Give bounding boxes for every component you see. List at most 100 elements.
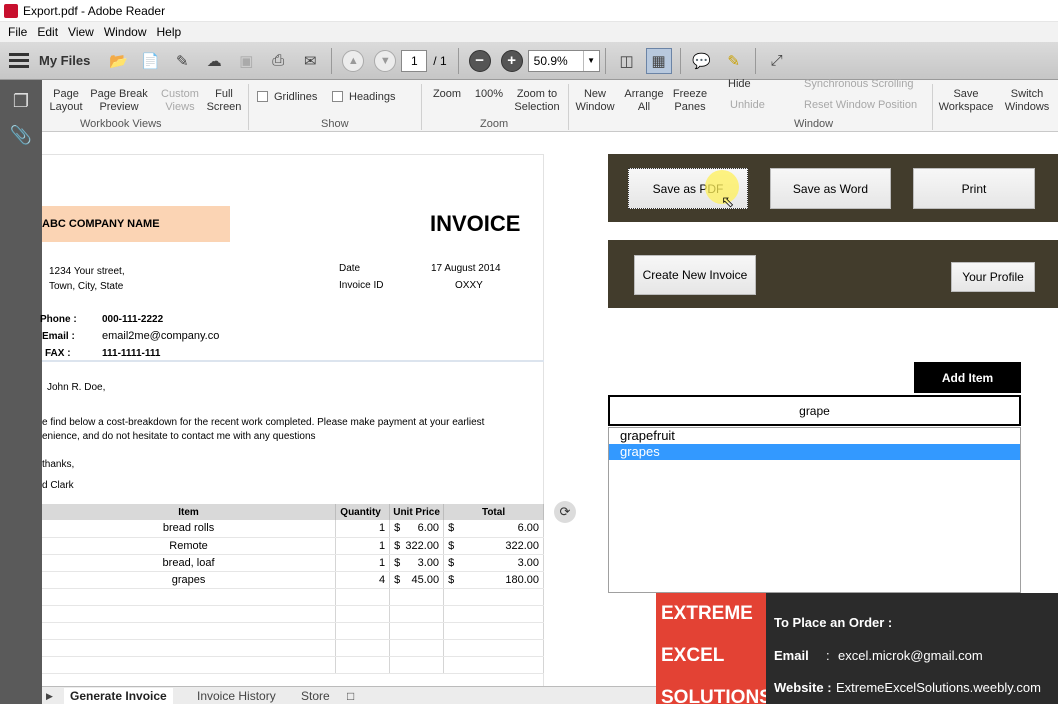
fullscreen-icon[interactable]: ⤢	[764, 48, 790, 74]
item-suggestions-list[interactable]: grapefruit grapes	[608, 427, 1021, 593]
edit-pdf-icon[interactable]: ✎	[169, 48, 195, 74]
cell-item[interactable]: grapes	[42, 571, 337, 589]
menu-help[interactable]: Help	[152, 25, 187, 39]
cell-quantity[interactable]: 1	[335, 537, 391, 555]
gridlines-checkbox[interactable]: Gridlines	[257, 91, 317, 104]
arrange-all-button[interactable]: Arrange All	[622, 88, 666, 114]
cell-quantity[interactable]: 1	[335, 520, 391, 538]
table-row	[42, 622, 544, 640]
comment-icon[interactable]: 💬	[689, 48, 715, 74]
cell-total[interactable]: $3.00	[443, 554, 544, 572]
page-break-preview-button[interactable]: Page Break Preview	[88, 88, 150, 114]
cell-item[interactable]: bread, loaf	[42, 554, 337, 572]
freeze-panes-button[interactable]: Freeze Panes	[668, 88, 712, 114]
toolbar-divider	[604, 47, 606, 74]
cell-unit-price[interactable]: $6.00	[389, 520, 445, 538]
table-row: grapes 4 $45.00 $180.00	[42, 571, 544, 589]
headings-checkbox[interactable]: Headings	[332, 91, 395, 104]
table-row	[42, 639, 544, 657]
fit-page-icon[interactable]: ◫	[614, 48, 640, 74]
print-icon[interactable]: ⎙	[265, 48, 291, 74]
list-item-selected[interactable]: grapes	[609, 444, 1020, 460]
reset-window-position-button[interactable]: Reset Window Position	[804, 99, 917, 112]
create-pdf-icon[interactable]: 📄	[137, 48, 163, 74]
hide-button[interactable]: Hide	[728, 78, 751, 91]
switch-windows-button[interactable]: Switch Windows	[1000, 88, 1054, 114]
save-as-word-button[interactable]: Save as Word	[770, 168, 891, 209]
cell-quantity[interactable]: 4	[335, 571, 391, 589]
order-email-value[interactable]: excel.microk@gmail.com	[838, 648, 983, 663]
ribbon-divider	[932, 84, 933, 130]
page-number-input[interactable]: 1	[401, 49, 428, 72]
cell-item[interactable]: bread rolls	[42, 520, 337, 538]
menu-edit[interactable]: Edit	[32, 25, 63, 39]
cell-item[interactable]: Remote	[42, 537, 337, 555]
email-icon[interactable]: ✉	[297, 48, 323, 74]
my-files-button[interactable]: My Files	[39, 53, 90, 68]
synchronous-scrolling-button[interactable]: Synchronous Scrolling	[804, 78, 913, 91]
date-value: 17 August 2014	[431, 263, 501, 274]
list-item[interactable]: grapefruit	[609, 428, 1020, 444]
zoom-level-select[interactable]: 50.9% ▼	[527, 49, 600, 72]
save-workspace-button[interactable]: Save Workspace	[938, 88, 994, 114]
cell-unit-price[interactable]: $322.00	[389, 537, 445, 555]
menu-view[interactable]: View	[63, 25, 99, 39]
next-page-button[interactable]: ▼	[372, 48, 398, 74]
header-unit-price: Unit Price	[389, 504, 445, 520]
zoom-button[interactable]: Zoom	[432, 88, 462, 101]
tab-scroll-icon[interactable]: ▶	[46, 688, 53, 704]
cell-total[interactable]: $322.00	[443, 537, 544, 555]
highlight-icon[interactable]: ✎	[721, 48, 747, 74]
menu-file[interactable]: File	[3, 25, 32, 39]
tab-invoice-history[interactable]: Invoice History	[197, 688, 276, 704]
order-website-value[interactable]: ExtremeExcelSolutions.weebly.com	[836, 680, 1041, 695]
toolbar-divider	[679, 47, 681, 74]
unhide-button[interactable]: Unhide	[730, 99, 765, 112]
invoice-document: ABC COMPANY NAME INVOICE 1234 Your stree…	[40, 154, 544, 686]
new-sheet-icon[interactable]: □	[347, 688, 354, 704]
fit-width-icon[interactable]: ▦	[645, 47, 672, 74]
cell-unit-price[interactable]: $45.00	[389, 571, 445, 589]
attachments-icon[interactable]: 📎	[7, 122, 35, 148]
menu-window[interactable]: Window	[99, 25, 152, 39]
logo-line-1: EXTREME	[661, 603, 753, 624]
cell-quantity[interactable]: 1	[335, 554, 391, 572]
reader-toolbar: My Files 📂 📄 ✎ ☁ ▣ ⎙ ✉ ▲ ▼ 1 / 1 − + 50.…	[0, 42, 1058, 80]
your-profile-button[interactable]: Your Profile	[951, 262, 1035, 292]
chevron-down-icon: ▼	[582, 50, 599, 71]
previous-page-button[interactable]: ▲	[340, 48, 366, 74]
order-email-separator: :	[826, 648, 830, 663]
zoom-out-button[interactable]: −	[467, 48, 493, 74]
page-thumbnails-icon[interactable]: ❐	[7, 88, 35, 114]
cloud-upload-icon[interactable]: ☁	[201, 48, 227, 74]
new-window-button[interactable]: New Window	[572, 88, 618, 114]
custom-views-button[interactable]: Custom Views	[158, 88, 202, 114]
add-item-button[interactable]: Add Item	[914, 362, 1021, 393]
tab-store[interactable]: Store	[301, 688, 330, 704]
zoom-in-button[interactable]: +	[499, 48, 525, 74]
refresh-icon[interactable]: ⟳	[554, 501, 576, 523]
open-file-icon[interactable]: 📂	[105, 48, 131, 74]
hamburger-menu-icon[interactable]	[9, 53, 29, 68]
pdf-app-icon	[4, 3, 18, 18]
minus-icon: −	[468, 49, 491, 72]
recipient-name: John R. Doe,	[47, 382, 106, 393]
message-line-1: e find below a cost-breakdown for the re…	[42, 417, 485, 428]
cell-unit-price[interactable]: $3.00	[389, 554, 445, 572]
create-new-invoice-button[interactable]: Create New Invoice	[634, 255, 756, 295]
print-button[interactable]: Print	[913, 168, 1035, 209]
cell-total[interactable]: $180.00	[443, 571, 544, 589]
zoom-to-selection-button[interactable]: Zoom to Selection	[512, 88, 562, 114]
zoom-100-button[interactable]: 100%	[474, 88, 504, 101]
item-search-input[interactable]: grape	[608, 395, 1021, 426]
logo-line-3: SOLUTIONS	[661, 687, 772, 704]
tab-generate-invoice[interactable]: Generate Invoice	[64, 688, 173, 704]
excel-ribbon: Page Layout Page Break Preview Custom Vi…	[42, 78, 1058, 132]
mouse-pointer-icon: ⬁	[721, 194, 735, 211]
company-name: ABC COMPANY NAME	[42, 206, 230, 242]
cell-total[interactable]: $6.00	[443, 520, 544, 538]
table-header-row: Item Quantity Unit Price Total	[42, 504, 544, 520]
save-icon[interactable]: ▣	[233, 48, 259, 74]
full-screen-button[interactable]: Full Screen	[204, 88, 244, 114]
page-layout-button[interactable]: Page Layout	[48, 88, 84, 114]
